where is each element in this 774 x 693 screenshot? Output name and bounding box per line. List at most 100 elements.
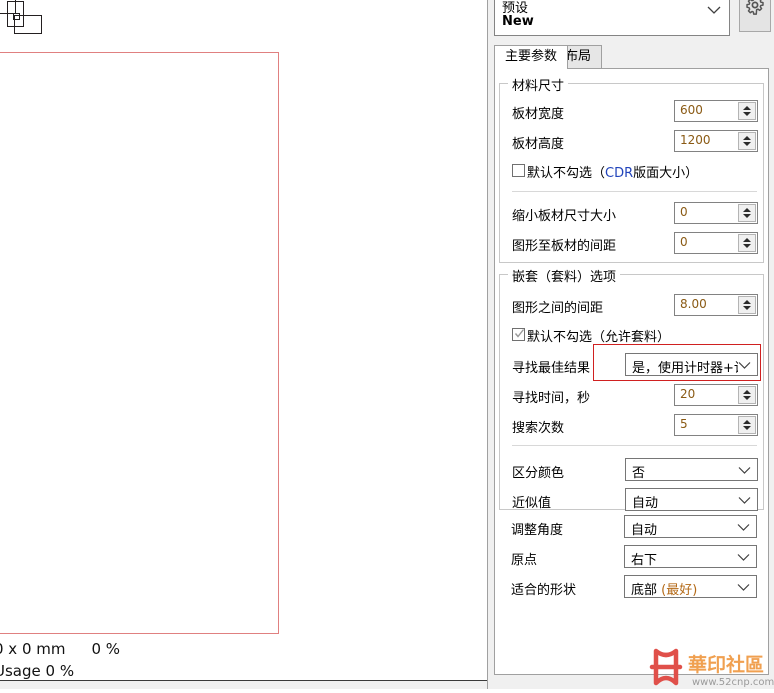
- approximation-value: 自动: [632, 496, 659, 511]
- canvas-status-bar: 0 x 0 mm 0 % Usage 0 %: [0, 636, 487, 681]
- checkbox-label-cdr: CDR: [605, 166, 634, 181]
- nesting-group-divider: [512, 445, 757, 446]
- label-shape-spacing: 图形之间的间距: [512, 301, 604, 316]
- status-dimensions-line: 0 x 0 mm 0 %: [0, 638, 120, 660]
- label-fit-shape: 适合的形状: [511, 583, 577, 598]
- find-best-result-value: 是，使用计时器+计:: [632, 361, 738, 376]
- site-watermark: 華印社區 www.52cnp.com: [648, 643, 774, 689]
- search-time-spinner[interactable]: 20: [674, 384, 758, 406]
- chevron-down-icon[interactable]: [737, 553, 750, 562]
- approximation-combobox[interactable]: 自动: [625, 488, 758, 511]
- chevron-down-icon[interactable]: [738, 361, 751, 370]
- spin-down-icon[interactable]: [743, 214, 751, 218]
- status-dimensions: 0 x 0 mm: [0, 640, 66, 658]
- fit-shape-combobox[interactable]: 底部 (最好): [624, 575, 757, 598]
- label-find-best-result: 寻找最佳结果: [512, 361, 591, 376]
- watermark-logo-icon: 華印社區 www.52cnp.com: [649, 648, 774, 688]
- sheet-height-value: 1200: [680, 133, 711, 147]
- label-origin: 原点: [511, 553, 538, 568]
- label-adjust-angle: 调整角度: [511, 523, 564, 538]
- adjust-angle-value: 自动: [631, 523, 658, 538]
- sheet-width-spinner[interactable]: 600: [674, 100, 758, 122]
- checkbox-label-part1: 默认不勾选（: [527, 166, 606, 181]
- checkbox-box[interactable]: [512, 164, 525, 177]
- sheet-width-spin-buttons[interactable]: [738, 102, 756, 120]
- fit-shape-value-main: 底部: [631, 583, 662, 598]
- chevron-down-icon[interactable]: [737, 583, 750, 592]
- shape-to-sheet-gap-value: 0: [680, 235, 688, 249]
- search-count-spinner[interactable]: 5: [674, 414, 758, 436]
- chevron-down-icon[interactable]: [737, 523, 750, 532]
- settings-gear-button[interactable]: [739, 0, 771, 32]
- spin-up-icon[interactable]: [743, 208, 751, 212]
- material-group-divider: [512, 191, 757, 192]
- search-count-value: 5: [680, 417, 688, 431]
- svg-text:華印社區: 華印社區: [688, 653, 764, 676]
- spin-up-icon[interactable]: [743, 136, 751, 140]
- shrink-sheet-spin-buttons[interactable]: [738, 204, 756, 222]
- origin-value: 右下: [631, 553, 658, 568]
- search-count-spin-buttons[interactable]: [738, 416, 756, 434]
- canvas-shape-rect[interactable]: [13, 13, 20, 20]
- spin-down-icon[interactable]: [743, 426, 751, 430]
- sheet-height-spin-buttons[interactable]: [738, 132, 756, 150]
- preset-row: 预设 New: [494, 0, 771, 38]
- chevron-down-icon[interactable]: [707, 5, 721, 15]
- shape-to-sheet-gap-spin-buttons[interactable]: [738, 234, 756, 252]
- find-best-result-combobox[interactable]: 是，使用计时器+计:: [625, 353, 758, 376]
- nesting-options-title: 嵌套（套料）选项: [508, 266, 621, 285]
- label-search-count: 搜索次数: [512, 421, 565, 436]
- label-shape-to-sheet-gap: 图形至板材的间距: [512, 239, 617, 254]
- spin-down-icon[interactable]: [743, 142, 751, 146]
- sheet-width-value: 600: [680, 103, 703, 117]
- canvas-below-strip: [0, 681, 487, 689]
- chevron-down-icon[interactable]: [738, 496, 751, 505]
- settings-tabs: 主要参数 布局: [494, 45, 769, 69]
- gear-icon: [746, 0, 764, 15]
- preset-combobox[interactable]: 预设 New: [494, 0, 730, 36]
- spin-up-icon[interactable]: [743, 238, 751, 242]
- spin-up-icon[interactable]: [743, 420, 751, 424]
- material-size-group: 材料尺寸 板材宽度 600 板材高度 1200 默认不勾选（CDR版面大小） 缩…: [499, 75, 764, 263]
- checkmark-icon: [514, 329, 525, 338]
- shape-spacing-spin-buttons[interactable]: [738, 296, 756, 314]
- origin-combobox[interactable]: 右下: [624, 545, 757, 568]
- label-sheet-width: 板材宽度: [512, 107, 565, 122]
- distinguish-color-combobox[interactable]: 否: [625, 458, 758, 481]
- distinguish-color-value: 否: [632, 466, 646, 481]
- adjust-angle-combobox[interactable]: 自动: [624, 515, 757, 538]
- shape-spacing-spinner[interactable]: 8.00: [674, 294, 758, 316]
- search-time-spin-buttons[interactable]: [738, 386, 756, 404]
- preset-value: New: [502, 14, 534, 29]
- nesting-options-group: 嵌套（套料）选项 图形之间的间距 8.00 默认不勾选（允许套料） 寻找最佳结果: [499, 266, 764, 511]
- fit-shape-value-accent: (最好): [661, 583, 698, 598]
- checkbox-label-part2: 版面大小）: [633, 166, 699, 181]
- spin-down-icon[interactable]: [743, 244, 751, 248]
- search-time-value: 20: [680, 387, 696, 401]
- checkbox-label: 默认不勾选（允许套料）: [527, 330, 671, 345]
- chevron-down-icon[interactable]: [738, 466, 751, 475]
- label-shrink-sheet: 缩小板材尺寸大小: [512, 209, 617, 224]
- spin-up-icon[interactable]: [743, 300, 751, 304]
- spin-up-icon[interactable]: [743, 390, 751, 394]
- status-usage: Usage 0 %: [0, 662, 75, 680]
- checkbox-label: 默认不勾选（CDR版面大小）: [527, 162, 698, 181]
- shrink-sheet-spinner[interactable]: 0: [674, 202, 758, 224]
- shape-spacing-value: 8.00: [680, 297, 707, 311]
- label-approximation: 近似值: [512, 496, 552, 511]
- shrink-sheet-value: 0: [680, 205, 688, 219]
- label-distinguish-color: 区分颜色: [512, 466, 565, 481]
- spin-up-icon[interactable]: [743, 106, 751, 110]
- tab-page-main-params: 材料尺寸 板材宽度 600 板材高度 1200 默认不勾选（CDR版面大小） 缩…: [494, 68, 769, 675]
- fit-shape-value: 底部 (最好): [631, 579, 697, 598]
- tab-main-params[interactable]: 主要参数: [494, 45, 569, 69]
- design-canvas[interactable]: 0 x 0 mm 0 % Usage 0 %: [0, 0, 487, 689]
- spin-down-icon[interactable]: [743, 112, 751, 116]
- spin-down-icon[interactable]: [743, 396, 751, 400]
- spin-down-icon[interactable]: [743, 306, 751, 310]
- sheet-boundary-outline: [0, 52, 279, 634]
- status-percent: 0 %: [91, 640, 121, 658]
- shape-to-sheet-gap-spinner[interactable]: 0: [674, 232, 758, 254]
- checkbox-box[interactable]: [512, 328, 525, 341]
- sheet-height-spinner[interactable]: 1200: [674, 130, 758, 152]
